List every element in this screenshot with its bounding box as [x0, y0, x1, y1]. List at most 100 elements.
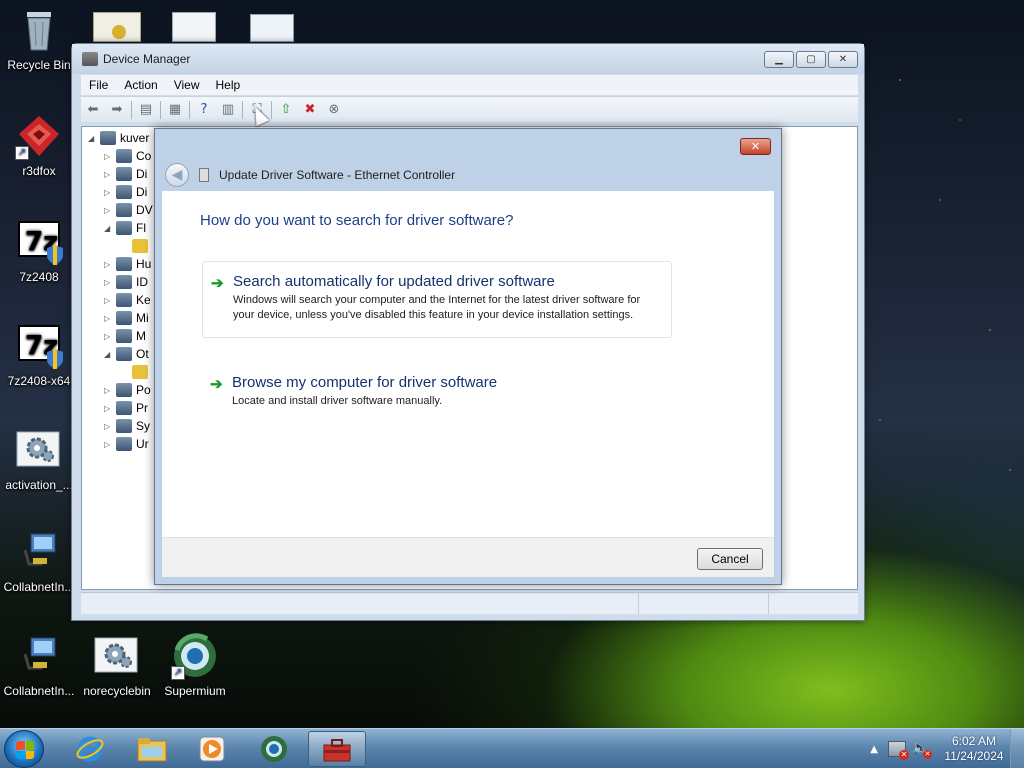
tree-item[interactable]: ▷ Co — [88, 147, 153, 165]
back-arrow-icon[interactable]: ◀ — [165, 163, 189, 187]
device-manager-toolbox-icon — [323, 739, 351, 762]
disk-drive-icon — [116, 167, 132, 181]
network-computer-icon — [15, 528, 63, 576]
clock[interactable]: 6:02 AM 11/24/2024 — [938, 734, 1010, 764]
device-tree: ◢ kuver ▷ Co ▷ Di ▷ Di ▷ DV ◢ Fl ▷ Hu ▷ ID ▷ Ke ▷… — [88, 129, 153, 453]
tree-item[interactable]: ▷ ID — [88, 273, 153, 291]
tree-item[interactable] — [88, 363, 153, 381]
desktop-icon-7z2408[interactable]: 7z 7z2408 — [0, 218, 78, 284]
taskbar-file-explorer[interactable] — [124, 731, 180, 767]
floppy-drive-icon — [116, 221, 132, 235]
media-player-icon — [199, 736, 225, 762]
dialog-title: Update Driver Software - Ethernet Contro… — [219, 168, 456, 182]
document-file-icon[interactable] — [250, 14, 294, 42]
system-devices-icon — [116, 419, 132, 433]
supermium-browser-icon — [261, 736, 287, 762]
display-adapter-icon — [116, 185, 132, 199]
update-driver-icon[interactable]: ⇧ — [276, 101, 296, 119]
menu-view[interactable]: View — [166, 78, 208, 92]
back-arrow-icon[interactable]: ⬅ — [83, 101, 103, 119]
desktop-icon-collabnet-2[interactable]: CollabnetIn... — [0, 632, 78, 698]
recycle-bin-icon — [15, 6, 63, 54]
windows-logo-icon — [16, 741, 34, 759]
certificate-file-icon[interactable] — [93, 12, 141, 42]
tree-item[interactable]: ◢ Ot — [88, 345, 153, 363]
taskbar-internet-explorer[interactable] — [62, 731, 118, 767]
gear-settings-icon[interactable] — [172, 12, 216, 42]
dialog-close-button[interactable]: ✕ — [740, 138, 771, 155]
desktop-icon-r3dfox[interactable]: ↗ r3dfox — [0, 112, 78, 178]
tree-root[interactable]: ◢ kuver — [88, 129, 153, 147]
volume-muted-icon[interactable]: 🔈 ✕ — [912, 741, 932, 759]
menu-file[interactable]: File — [81, 78, 116, 92]
tree-item[interactable]: ▷ M — [88, 327, 153, 345]
option-title: Search automatically for updated driver … — [233, 273, 555, 290]
keyboard-icon — [116, 293, 132, 307]
console-tree-icon[interactable]: ▤ — [136, 101, 156, 119]
usb-icon — [116, 437, 132, 451]
tree-item[interactable]: ▷ Ur — [88, 435, 153, 453]
dialog-question: How do you want to search for driver sof… — [200, 212, 514, 229]
tree-item[interactable]: ▷ Mi — [88, 309, 153, 327]
uninstall-device-icon[interactable]: ⊗ — [324, 101, 344, 119]
tree-item[interactable]: ▷ Di — [88, 183, 153, 201]
desktop-icon-recycle-bin[interactable]: Recycle Bin — [0, 6, 78, 72]
ide-controller-icon — [116, 275, 132, 289]
tree-item[interactable] — [88, 237, 153, 255]
desktop-icon-norecyclebin[interactable]: norecyclebin — [78, 632, 156, 698]
menu-bar: File Action View Help — [81, 75, 858, 95]
tree-item[interactable]: ▷ Di — [88, 165, 153, 183]
toolbar: ⬅ ➡ ▤ ▦ ? ▥ ⛶ ⇧ ✖ ⊗ — [81, 96, 858, 122]
taskbar-device-manager[interactable] — [308, 731, 366, 767]
show-desktop-button[interactable] — [1010, 729, 1024, 768]
disable-device-icon[interactable]: ✖ — [300, 101, 320, 119]
device-manager-title-bar[interactable]: Device Manager — [72, 44, 864, 74]
taskbar: ▲ ✕ 🔈 ✕ 6:02 AM 11/24/2024 — [0, 728, 1024, 768]
dialog-content: How do you want to search for driver sof… — [162, 191, 774, 537]
tree-item[interactable]: ▷ Sy — [88, 417, 153, 435]
tree-item[interactable]: ▷ Po — [88, 381, 153, 399]
hid-icon — [116, 257, 132, 271]
tree-item[interactable]: ▷ DV — [88, 201, 153, 219]
internet-explorer-icon — [76, 736, 104, 762]
tree-item[interactable]: ▷ Hu — [88, 255, 153, 273]
tree-item[interactable]: ▷ Pr — [88, 399, 153, 417]
mouse-icon — [116, 311, 132, 325]
7zip-installer-icon: 7z — [15, 218, 63, 266]
close-button[interactable]: ✕ — [828, 51, 858, 68]
show-hidden-icons-icon[interactable]: ▲ — [870, 744, 878, 755]
search-automatically-option[interactable]: ➔ Search automatically for updated drive… — [202, 261, 672, 338]
maximize-button[interactable]: ▢ — [796, 51, 826, 68]
taskbar-media-player[interactable] — [184, 731, 240, 767]
desktop-icon-collabnet-1[interactable]: CollabnetIn... — [0, 528, 78, 594]
computer-icon — [100, 131, 116, 145]
green-arrow-icon: ➔ — [211, 275, 224, 292]
menu-help[interactable]: Help — [208, 78, 249, 92]
browse-computer-option[interactable]: ➔ Browse my computer for driver software… — [202, 363, 672, 423]
option-title: Browse my computer for driver software — [232, 374, 498, 391]
action-pane-icon[interactable]: ▥ — [218, 101, 238, 119]
clock-time: 6:02 AM — [951, 734, 997, 748]
network-disconnected-icon[interactable]: ✕ — [888, 741, 909, 760]
warning-device-icon — [132, 365, 148, 379]
minimize-button[interactable]: ▁ — [764, 51, 794, 68]
cancel-button[interactable]: Cancel — [697, 548, 763, 570]
desktop-icon-7z2408-x64[interactable]: 7z 7z2408-x64 — [0, 322, 78, 388]
start-button[interactable] — [4, 730, 44, 768]
menu-action[interactable]: Action — [116, 78, 165, 92]
device-manager-icon — [82, 52, 98, 66]
computer-icon — [116, 149, 132, 163]
warning-device-icon — [132, 239, 148, 253]
forward-arrow-icon[interactable]: ➡ — [107, 101, 127, 119]
taskbar-supermium[interactable] — [246, 731, 302, 767]
desktop-icon-supermium[interactable]: ↗ Supermium — [156, 632, 234, 698]
tree-item[interactable]: ◢ Fl — [88, 219, 153, 237]
tree-item[interactable]: ▷ Ke — [88, 291, 153, 309]
properties-icon[interactable]: ▦ — [165, 101, 185, 119]
desktop-icon-activation[interactable]: activation_... — [0, 426, 78, 492]
help-icon[interactable]: ? — [194, 101, 214, 119]
option-description: Windows will search your computer and th… — [233, 294, 641, 321]
monitor-icon — [116, 329, 132, 343]
other-devices-icon — [116, 347, 132, 361]
processor-icon — [116, 401, 132, 415]
